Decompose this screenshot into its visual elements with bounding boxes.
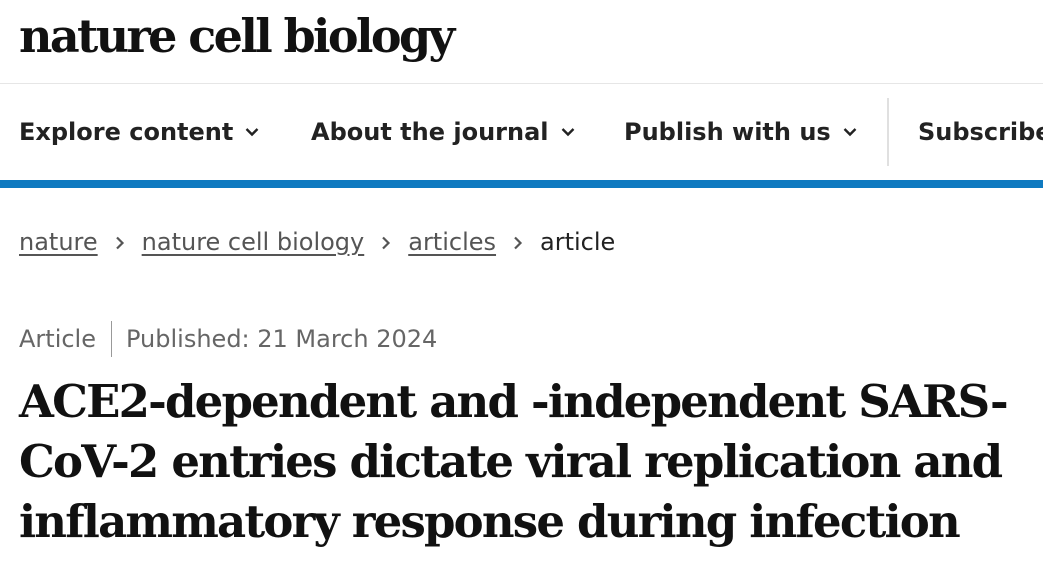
- journal-logo[interactable]: nature cell biology: [19, 6, 455, 66]
- main-navigation: Explore content About the journal Publis…: [0, 84, 1043, 180]
- breadcrumb-nature-cell-biology[interactable]: nature cell biology: [142, 228, 365, 256]
- nav-accent-bar: [0, 180, 1043, 188]
- chevron-right-icon: [364, 228, 408, 256]
- nav-item-label: Explore content: [19, 118, 234, 146]
- chevron-down-icon: [246, 128, 259, 137]
- breadcrumb-nature[interactable]: nature: [19, 228, 98, 256]
- page: nature cell biology Explore content Abou…: [0, 0, 1043, 566]
- published-date: Published: 21 March 2024: [126, 325, 438, 353]
- nav-explore-content[interactable]: Explore content: [19, 114, 259, 150]
- chevron-down-icon: [561, 128, 574, 137]
- masthead: nature cell biology: [0, 0, 1043, 84]
- nav-publish-with-us[interactable]: Publish with us: [624, 114, 857, 150]
- chevron-right-icon: [98, 228, 142, 256]
- article-title: ACE2-dependent and -independent SARS- Co…: [19, 372, 1034, 552]
- article-type: Article: [19, 325, 96, 353]
- nav-item-label: About the journal: [311, 118, 549, 146]
- nav-subscribe[interactable]: Subscribe: [918, 114, 1043, 150]
- article-meta: Article Published: 21 March 2024: [19, 320, 437, 358]
- nav-item-label: Subscribe: [918, 118, 1043, 146]
- breadcrumb-current: article: [540, 228, 616, 256]
- nav-divider: [887, 98, 889, 166]
- nav-item-label: Publish with us: [624, 118, 831, 146]
- chevron-down-icon: [843, 128, 857, 137]
- article-title-line: CoV-2 entries dictate viral replication …: [19, 435, 1003, 488]
- article-title-line: ACE2-dependent and -independent SARS-: [19, 375, 1009, 428]
- nav-about-the-journal[interactable]: About the journal: [311, 114, 575, 150]
- meta-divider: [111, 321, 112, 357]
- breadcrumb-articles[interactable]: articles: [408, 228, 496, 256]
- chevron-right-icon: [496, 228, 540, 256]
- article-title-line: inflammatory response during infection: [19, 495, 961, 548]
- breadcrumb: nature nature cell biology articles arti…: [19, 224, 615, 260]
